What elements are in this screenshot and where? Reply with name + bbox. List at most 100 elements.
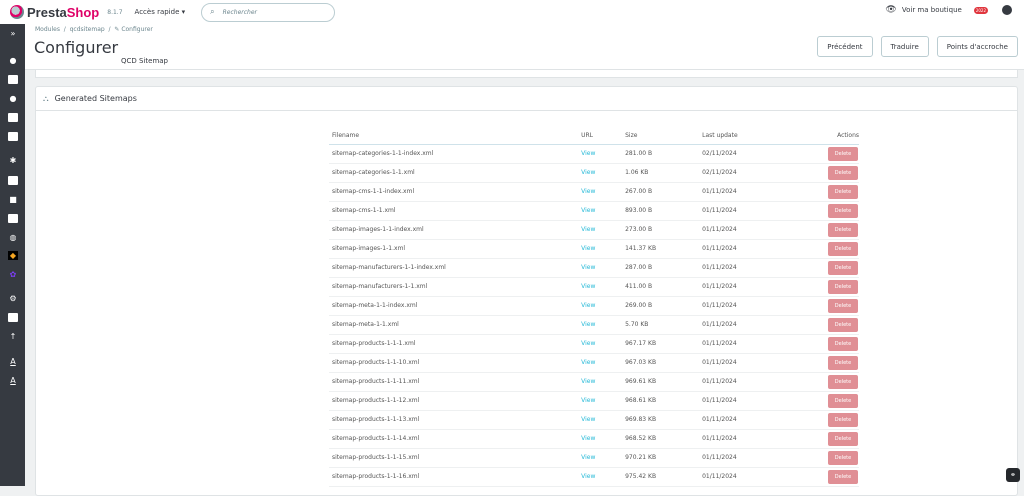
filename-cell: sitemap-products-1-1-11.xml — [329, 372, 582, 392]
breadcrumb-configurer: Configurer — [121, 26, 153, 33]
filename-cell: sitemap-products-1-1-1.xml — [329, 334, 582, 354]
search-input[interactable]: ⌕ Rechercher — [201, 2, 336, 22]
delete-button[interactable]: Delete — [828, 184, 858, 199]
date-cell: 01/11/2024 — [702, 201, 793, 221]
quick-access-dropdown[interactable]: Accès rapide ▾ — [135, 8, 186, 16]
table-row: sitemap-images-1-1-index.xml View 273.00… — [329, 220, 859, 240]
delete-button[interactable]: Delete — [828, 298, 858, 313]
delete-button[interactable]: Delete — [828, 450, 858, 465]
size-cell: 970.21 KB — [625, 448, 703, 468]
module-subtitle: QCD Sitemap — [121, 57, 169, 65]
view-link[interactable]: View — [581, 454, 595, 461]
view-link[interactable]: View — [581, 321, 595, 328]
view-link[interactable]: View — [581, 245, 595, 252]
size-cell: 893.00 B — [625, 201, 703, 221]
delete-button[interactable]: Delete — [828, 260, 858, 275]
date-cell: 01/11/2024 — [702, 410, 793, 430]
date-cell: 01/11/2024 — [702, 372, 793, 392]
breadcrumb: Modules / qcdsitemap / ✎ Configurer — [35, 26, 153, 33]
shipping-truck-icon[interactable]: ■ — [8, 195, 18, 204]
prestashop-logo[interactable]: PrestaShop — [10, 5, 99, 20]
size-cell: 269.00 B — [625, 296, 703, 316]
international-globe-icon[interactable]: ◍ — [8, 233, 18, 242]
module-diamond-icon[interactable]: ◆ — [8, 251, 18, 260]
font-a-icon[interactable]: A — [8, 357, 18, 366]
debug-toolbar-icon[interactable]: ⚭ — [1006, 468, 1020, 482]
stats-icon[interactable] — [8, 132, 18, 141]
view-link[interactable]: View — [581, 169, 595, 176]
view-link[interactable]: View — [581, 397, 595, 404]
delete-button[interactable]: Delete — [828, 146, 858, 161]
translate-button[interactable]: Traduire — [880, 36, 929, 57]
user-avatar-icon[interactable] — [1002, 5, 1012, 15]
delete-button[interactable]: Delete — [828, 336, 858, 351]
table-row: sitemap-products-1-1-12.xml View 968.61 … — [329, 391, 859, 411]
delete-button[interactable]: Delete — [828, 412, 858, 427]
filename-cell: sitemap-products-1-1-13.xml — [329, 410, 582, 430]
delete-button[interactable]: Delete — [828, 203, 858, 218]
module-purple-icon[interactable]: ✿ — [8, 270, 18, 279]
view-link[interactable]: View — [581, 264, 595, 271]
settings-gear-icon[interactable]: ⚙ — [8, 294, 18, 303]
filename-cell: sitemap-products-1-1-10.xml — [329, 353, 582, 373]
view-link[interactable]: View — [581, 473, 595, 480]
date-cell: 01/11/2024 — [702, 277, 793, 297]
view-link[interactable]: View — [581, 207, 595, 214]
delete-button[interactable]: Delete — [828, 469, 858, 484]
page-header: Modules / qcdsitemap / ✎ Configurer Conf… — [25, 24, 1024, 70]
table-row: sitemap-products-1-1-14.xml View 968.52 … — [329, 429, 859, 449]
view-shop-link[interactable]: Voir ma boutique — [902, 6, 962, 14]
table-row: sitemap-meta-1-1.xml View 5.70 KB 01/11/… — [329, 315, 859, 335]
version-label: 8.1.7 — [107, 8, 123, 16]
size-cell: 411.00 B — [625, 277, 703, 297]
view-link[interactable]: View — [581, 435, 595, 442]
previous-button[interactable]: Précédent — [817, 36, 873, 57]
delete-button[interactable]: Delete — [828, 355, 858, 370]
delete-button[interactable]: Delete — [828, 165, 858, 180]
view-link[interactable]: View — [581, 283, 595, 290]
delete-button[interactable]: Delete — [828, 279, 858, 294]
view-link[interactable]: View — [581, 188, 595, 195]
date-cell: 01/11/2024 — [702, 258, 793, 278]
view-link[interactable]: View — [581, 359, 595, 366]
notification-badge[interactable]: 2022 — [973, 6, 988, 14]
delete-button[interactable]: Delete — [828, 374, 858, 389]
filename-cell: sitemap-images-1-1.xml — [329, 239, 582, 259]
delete-button[interactable]: Delete — [828, 317, 858, 332]
messages-icon[interactable] — [8, 113, 18, 122]
col-filename: Filename — [329, 128, 582, 145]
table-row: sitemap-manufacturers-1-1.xml View 411.0… — [329, 277, 859, 297]
customers-icon[interactable]: ● — [8, 94, 18, 103]
table-row: sitemap-products-1-1-11.xml View 969.61 … — [329, 372, 859, 392]
design-monitor-icon[interactable] — [8, 176, 18, 185]
size-cell: 968.52 KB — [625, 429, 703, 449]
font-a-icon-2[interactable]: A — [8, 376, 18, 385]
view-link[interactable]: View — [581, 150, 595, 157]
prestashop-logo-icon — [10, 5, 24, 19]
view-link[interactable]: View — [581, 340, 595, 347]
delete-button[interactable]: Delete — [828, 222, 858, 237]
advanced-settings-icon[interactable] — [8, 313, 18, 322]
delete-button[interactable]: Delete — [828, 241, 858, 256]
view-link[interactable]: View — [581, 226, 595, 233]
modules-puzzle-icon[interactable]: ✱ — [8, 156, 18, 165]
filename-cell: sitemap-products-1-1-15.xml — [329, 448, 582, 468]
delete-button[interactable]: Delete — [828, 431, 858, 446]
view-link[interactable]: View — [581, 302, 595, 309]
delete-button[interactable]: Delete — [828, 393, 858, 408]
payment-card-icon[interactable] — [8, 214, 18, 223]
view-link[interactable]: View — [581, 378, 595, 385]
hooks-button[interactable]: Points d'accroche — [936, 36, 1018, 57]
breadcrumb-modules[interactable]: Modules — [35, 26, 60, 33]
date-cell: 01/11/2024 — [702, 334, 793, 354]
filename-cell: sitemap-images-1-1-index.xml — [329, 220, 582, 240]
search-icon: ⌕ — [210, 7, 215, 16]
catalog-store-icon[interactable] — [8, 75, 18, 84]
view-link[interactable]: View — [581, 416, 595, 423]
orders-basket-icon[interactable]: ● — [8, 56, 18, 65]
size-cell: 287.00 B — [625, 258, 703, 278]
eye-icon: 👁 — [885, 5, 897, 15]
breadcrumb-qcdsitemap[interactable]: qcdsitemap — [70, 26, 105, 33]
collapse-sidebar-icon[interactable]: » — [8, 29, 18, 38]
upgrade-arrow-icon[interactable]: ↑ — [8, 332, 18, 341]
